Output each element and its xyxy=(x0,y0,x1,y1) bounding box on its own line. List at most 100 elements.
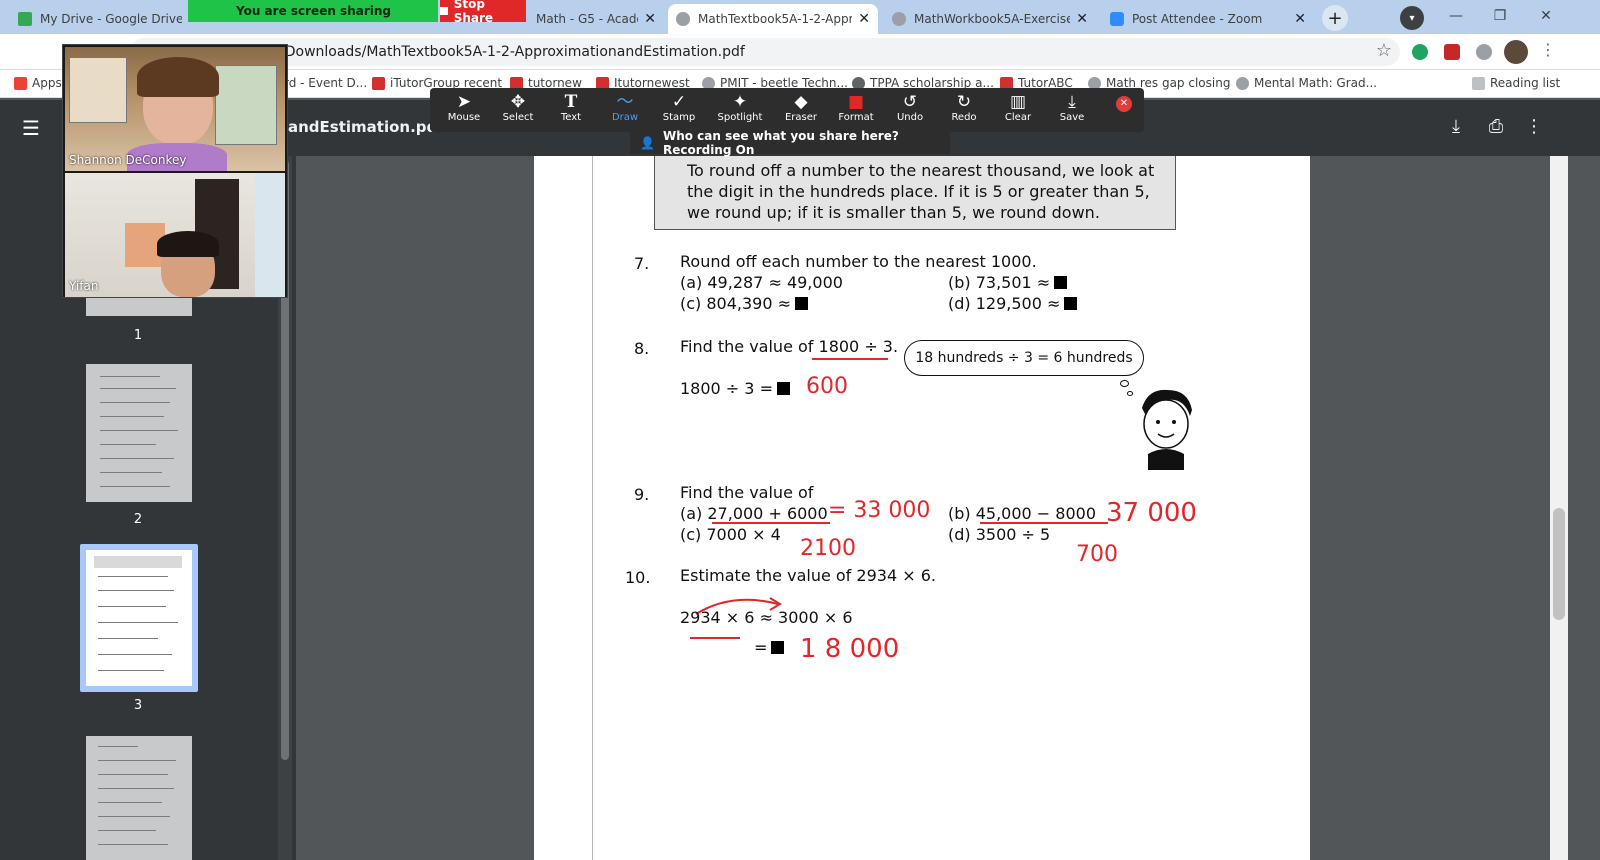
page-thumbnail-4[interactable] xyxy=(86,736,192,860)
q9-part-d: (d) 3500 ÷ 5 xyxy=(948,525,1051,544)
handwritten-answer: 600 xyxy=(806,374,848,399)
participant-hair xyxy=(137,57,219,97)
page-thumbnail-2[interactable] xyxy=(86,364,192,502)
download-icon[interactable]: ⤓ xyxy=(1444,116,1468,140)
cursor-icon: ➤ xyxy=(456,92,472,112)
zoom-tool-mouse[interactable]: ➤ Mouse xyxy=(439,92,489,130)
page-thumbnail-3[interactable] xyxy=(86,550,192,686)
close-icon[interactable]: ✕ xyxy=(644,11,656,27)
stop-share-label: Stop Share xyxy=(453,0,494,25)
more-options-icon[interactable]: ⋮ xyxy=(1522,116,1546,140)
q7-part-b: (b) 73,501 ≈ xyxy=(948,273,1068,292)
red-underline-mark xyxy=(980,522,1108,524)
zoom-icon xyxy=(1110,12,1124,26)
reading-list[interactable]: Reading list xyxy=(1472,76,1560,90)
move-icon: ✥ xyxy=(510,92,526,112)
url-field[interactable]: /Downloads/MathTextbook5A-1-2-Approximat… xyxy=(130,38,1400,66)
participant-video[interactable]: Shannon DeConkey xyxy=(65,47,285,171)
zoom-tool-stamp[interactable]: ✓ Stamp xyxy=(654,92,704,130)
q9-part-a: (a) 27,000 + 6000 xyxy=(680,504,828,523)
tab-google-drive[interactable]: My Drive - Google Drive xyxy=(10,4,190,34)
close-icon[interactable]: ✕ xyxy=(1076,11,1088,27)
thought-bubble-text: 18 hundreds ÷ 3 = 6 hundreds xyxy=(915,350,1133,366)
bookmark-star-icon[interactable]: ☆ xyxy=(1372,40,1396,64)
tab-search-icon[interactable]: ▾ xyxy=(1400,6,1424,30)
zoom-tool-draw[interactable]: 〜 Draw xyxy=(600,92,650,130)
zoom-tool-redo[interactable]: ↻ Redo xyxy=(939,92,989,130)
zoom-tool-spotlight[interactable]: ✦ Spotlight xyxy=(715,92,765,130)
zoom-tool-save[interactable]: ⤓ Save xyxy=(1047,92,1097,130)
new-tab-button[interactable]: + xyxy=(1322,5,1348,31)
tool-label: Spotlight xyxy=(717,112,763,123)
close-icon[interactable]: ✕ xyxy=(858,11,870,27)
globe-icon xyxy=(1236,76,1249,90)
question-number: 10. xyxy=(625,568,651,587)
hamburger-menu-icon[interactable]: ☰ xyxy=(22,118,42,138)
red-underline-mark xyxy=(690,637,740,639)
q7-part-d: (d) 129,500 ≈ xyxy=(948,294,1078,313)
kebab-menu-icon[interactable]: ⋮ xyxy=(1540,40,1556,59)
rule-line-1: To round off a number to the nearest tho… xyxy=(687,161,1155,180)
minimize-button[interactable]: — xyxy=(1436,4,1476,28)
extension-icon[interactable] xyxy=(1412,44,1428,60)
question-prompt: Find the value of xyxy=(680,483,814,502)
bookmark-event[interactable]: rd - Event D... xyxy=(284,76,367,90)
q7-part-c-text: (c) 804,390 ≈ xyxy=(680,294,792,313)
tab-title: Math - G5 - Acade xyxy=(536,12,639,26)
recording-notice-text: Who can see what you share here? Recordi… xyxy=(662,129,899,157)
globe-icon xyxy=(676,12,690,26)
recording-notice[interactable]: 👤 Who can see what you share here? Recor… xyxy=(630,129,950,157)
thought-bubble-dot xyxy=(1120,380,1129,387)
tab-math-g5[interactable]: Math - G5 - Acade ✕ xyxy=(528,4,664,34)
tool-label: Mouse xyxy=(447,112,481,123)
zoom-tool-text[interactable]: T Text xyxy=(546,92,596,130)
tool-label: Draw xyxy=(611,112,639,123)
page-thumbnail-1[interactable] xyxy=(86,296,192,316)
zoom-video-panel[interactable]: Shannon DeConkey Yifan xyxy=(62,44,288,298)
tab-math-textbook[interactable]: MathTextbook5A-1-2-Approx ✕ xyxy=(668,4,878,34)
tab-zoom-attendee[interactable]: Post Attendee - Zoom ✕ xyxy=(1102,4,1314,34)
zoom-annotation-toolbar: ➤ Mouse ✥ Select T Text 〜 Draw ✓ Stamp ✦ Spotl… xyxy=(430,88,1144,132)
q9-part-b: (b) 45,000 − 8000 xyxy=(948,504,1097,523)
tab-math-workbook[interactable]: MathWorkbook5A-Exercise4 ✕ xyxy=(884,4,1096,34)
question-prompt: Estimate the value of 2934 × 6. xyxy=(680,566,936,585)
stop-share-button[interactable]: Stop Share xyxy=(440,0,526,25)
puzzle-icon[interactable] xyxy=(1476,44,1492,60)
zoom-tool-format[interactable]: ■ Format xyxy=(831,92,881,130)
zoom-tool-select[interactable]: ✥ Select xyxy=(493,92,543,130)
participant-name: Yifan xyxy=(69,279,99,293)
ublock-icon[interactable] xyxy=(1444,44,1460,60)
draw-icon: 〜 xyxy=(616,92,634,112)
zoom-tool-clear[interactable]: ▥ Clear xyxy=(993,92,1043,130)
bookmark-apps[interactable]: Apps xyxy=(14,76,62,90)
itutor-icon xyxy=(372,76,385,90)
bookmark-label: Mental Math: Grad... xyxy=(1254,76,1378,90)
close-annotation-icon[interactable]: ✕ xyxy=(1116,96,1132,112)
thought-bubble-dot xyxy=(1127,391,1133,396)
rounding-rule-box: To round off a number to the nearest tho… xyxy=(654,156,1176,230)
handwritten-answer: 700 xyxy=(1076,542,1118,567)
handwritten-answer: 37 000 xyxy=(1106,498,1197,528)
page-margin-line xyxy=(592,156,593,860)
bookmark-mental-math[interactable]: Mental Math: Grad... xyxy=(1236,76,1377,90)
restore-button[interactable]: ❐ xyxy=(1480,4,1520,28)
question-number: 8. xyxy=(634,339,650,358)
trash-icon: ▥ xyxy=(1009,92,1027,112)
bookmark-label: Apps xyxy=(32,76,62,90)
boy-cartoon-icon xyxy=(1142,389,1192,470)
answer-box xyxy=(771,641,785,654)
question-number: 9. xyxy=(634,485,650,504)
participant-video[interactable]: Yifan xyxy=(65,173,285,297)
page-scroll-thumb[interactable] xyxy=(1553,508,1565,620)
print-icon[interactable]: ⎙ xyxy=(1484,116,1508,140)
close-window-button[interactable]: ✕ xyxy=(1526,4,1566,28)
format-icon: ■ xyxy=(847,92,865,112)
screen-sharing-banner[interactable]: You are screen sharing xyxy=(188,0,438,22)
close-icon[interactable]: ✕ xyxy=(1294,11,1306,27)
avatar[interactable] xyxy=(1504,40,1528,64)
zoom-tool-undo[interactable]: ↺ Undo xyxy=(885,92,935,130)
zoom-tool-eraser[interactable]: ◆ Eraser xyxy=(776,92,826,130)
tool-label: Undo xyxy=(896,112,924,123)
red-underline-mark xyxy=(812,358,888,360)
bookmark-label: Reading list xyxy=(1490,76,1561,90)
